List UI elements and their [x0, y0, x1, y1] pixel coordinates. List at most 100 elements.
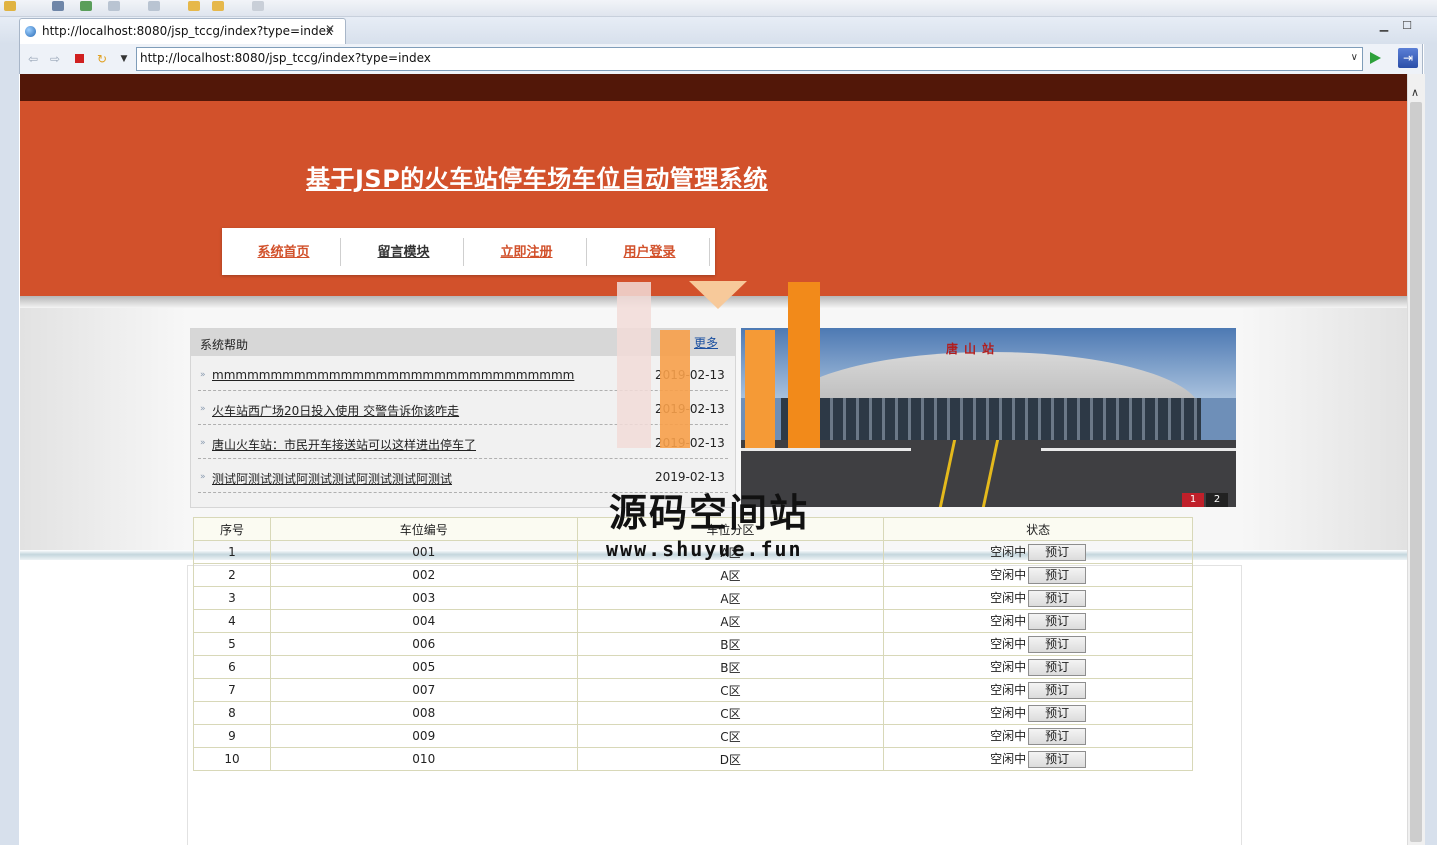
- cell-no: 2: [193, 563, 271, 587]
- cell-zone: C区: [576, 678, 885, 702]
- forward-history-icon[interactable]: [212, 1, 224, 11]
- header-no: 序号: [193, 517, 271, 541]
- menu-item-messages[interactable]: 留言模块: [342, 241, 465, 260]
- ide-toolbar: [0, 0, 1437, 17]
- deploy-icon[interactable]: [80, 1, 92, 11]
- left-frame: [0, 44, 19, 845]
- table-row: 2 002 A区 空闲中 预订: [193, 563, 1193, 587]
- cell-code: 001: [269, 540, 578, 564]
- station-sign: 唐山站: [946, 342, 1001, 356]
- vertical-scrollbar[interactable]: ∧: [1407, 74, 1425, 845]
- url-input[interactable]: [137, 48, 1335, 68]
- close-icon[interactable]: ✕: [325, 22, 335, 36]
- cell-zone: C区: [576, 701, 885, 725]
- cell-zone: A区: [576, 609, 885, 633]
- status-text: 空闲中: [990, 706, 1027, 720]
- menu-item-register[interactable]: 立即注册: [465, 241, 588, 260]
- nav-icon[interactable]: [148, 1, 160, 11]
- watermark-text: 源码空间站: [609, 491, 810, 535]
- minimize-icon[interactable]: ▁: [1377, 19, 1391, 32]
- table-row: 5 006 B区 空闲中 预订: [193, 632, 1193, 656]
- run-icon[interactable]: [4, 1, 16, 11]
- cell-code: 005: [269, 655, 578, 679]
- book-button[interactable]: 预订: [1028, 659, 1087, 676]
- status-text: 空闲中: [990, 614, 1027, 628]
- cell-code: 009: [269, 724, 578, 748]
- watermark-logo-bar: [660, 330, 690, 448]
- browser-tab[interactable]: http://localhost:8080/jsp_tccg/index?typ…: [19, 18, 346, 45]
- menu-item-login[interactable]: 用户登录: [588, 241, 711, 260]
- help-item-title[interactable]: 唐山火车站：市民开车接送站可以这样进出停车了: [212, 436, 476, 453]
- photo-station-facade: [781, 398, 1201, 440]
- help-item-title[interactable]: 火车站西广场20日投入使用 交警告诉你该咋走: [212, 402, 459, 419]
- table-row: 7 007 C区 空闲中 预订: [193, 678, 1193, 702]
- carousel-page-1[interactable]: 1: [1182, 493, 1204, 507]
- refresh-icon[interactable]: ↻: [95, 52, 109, 66]
- tab-title: http://localhost:8080/jsp_tccg/index?typ…: [42, 24, 333, 38]
- back-icon[interactable]: ⇦: [26, 52, 40, 66]
- table-row: 10 010 D区 空闲中 预订: [193, 747, 1193, 771]
- book-button[interactable]: 预订: [1028, 751, 1087, 768]
- dropdown-icon[interactable]: ▼: [117, 52, 131, 66]
- cell-zone: B区: [576, 632, 885, 656]
- table-row: 9 009 C区 空闲中 预订: [193, 724, 1193, 748]
- chevron-up-icon[interactable]: ∧: [1411, 86, 1419, 99]
- watermark-url: www.shuyue.fun: [606, 537, 803, 561]
- url-bar[interactable]: ∨: [136, 47, 1363, 71]
- book-button[interactable]: 预订: [1028, 728, 1087, 745]
- external-browser-icon[interactable]: ⇥: [1398, 48, 1418, 68]
- cell-code: 010: [269, 747, 578, 771]
- forward-icon[interactable]: ⇨: [48, 52, 62, 66]
- right-frame: [1424, 44, 1437, 845]
- cell-zone: C区: [576, 724, 885, 748]
- help-header: 系统帮助 更多: [191, 329, 735, 356]
- arrow-icon[interactable]: [252, 1, 264, 11]
- book-button[interactable]: 预订: [1028, 682, 1087, 699]
- table-row: 8 008 C区 空闲中 预订: [193, 701, 1193, 725]
- status-text: 空闲中: [990, 545, 1027, 559]
- cell-status: 空闲中 预订: [883, 678, 1193, 702]
- cell-no: 10: [193, 747, 271, 771]
- maximize-icon[interactable]: ☐: [1400, 19, 1414, 32]
- book-button[interactable]: 预订: [1028, 613, 1087, 630]
- table-row: 4 004 A区 空闲中 预订: [193, 609, 1193, 633]
- globe-icon[interactable]: [52, 1, 64, 11]
- photo-lane-marking: [1041, 448, 1236, 451]
- cell-no: 9: [193, 724, 271, 748]
- carousel-page-2[interactable]: 2: [1206, 493, 1228, 507]
- status-text: 空闲中: [990, 591, 1027, 605]
- book-button[interactable]: 预订: [1028, 567, 1087, 584]
- book-button[interactable]: 预订: [1028, 636, 1087, 653]
- scrollbar-thumb[interactable]: [1410, 102, 1422, 842]
- status-text: 空闲中: [990, 752, 1027, 766]
- cell-code: 002: [269, 563, 578, 587]
- status-text: 空闲中: [990, 568, 1027, 582]
- cell-code: 003: [269, 586, 578, 610]
- menu-item-home[interactable]: 系统首页: [222, 241, 345, 260]
- table-row: 6 005 B区 空闲中 预订: [193, 655, 1193, 679]
- double-chevron-icon: »: [200, 438, 206, 448]
- stop-icon[interactable]: [72, 52, 86, 66]
- site-title[interactable]: 基于JSP的火车站停车场车位自动管理系统: [306, 159, 768, 194]
- book-button[interactable]: 预订: [1028, 705, 1087, 722]
- main-menu: 系统首页 留言模块 立即注册 用户登录: [222, 228, 715, 275]
- go-icon[interactable]: [1370, 52, 1381, 64]
- chevron-down-icon[interactable]: ∨: [1351, 52, 1358, 63]
- status-text: 空闲中: [990, 637, 1027, 651]
- cell-no: 5: [193, 632, 271, 656]
- help-item-title[interactable]: 测试阿测试测试阿测试测试阿测试测试阿测试: [212, 470, 452, 487]
- back-history-icon[interactable]: [188, 1, 200, 11]
- cell-code: 006: [269, 632, 578, 656]
- double-chevron-icon: »: [200, 472, 206, 482]
- menu-separator: [586, 238, 587, 266]
- page-icon[interactable]: [108, 1, 120, 11]
- help-more-link[interactable]: 更多: [694, 334, 718, 351]
- help-title: 系统帮助: [200, 338, 249, 352]
- help-item-title[interactable]: mmmmmmmmmmmmmmmmmmmmmmmmmmmmmmm: [212, 368, 574, 382]
- cell-status: 空闲中 预订: [883, 609, 1193, 633]
- book-button[interactable]: 预订: [1028, 590, 1087, 607]
- book-button[interactable]: 预订: [1028, 544, 1087, 561]
- cell-no: 4: [193, 609, 271, 633]
- double-chevron-icon: »: [200, 404, 206, 414]
- cell-zone: A区: [576, 586, 885, 610]
